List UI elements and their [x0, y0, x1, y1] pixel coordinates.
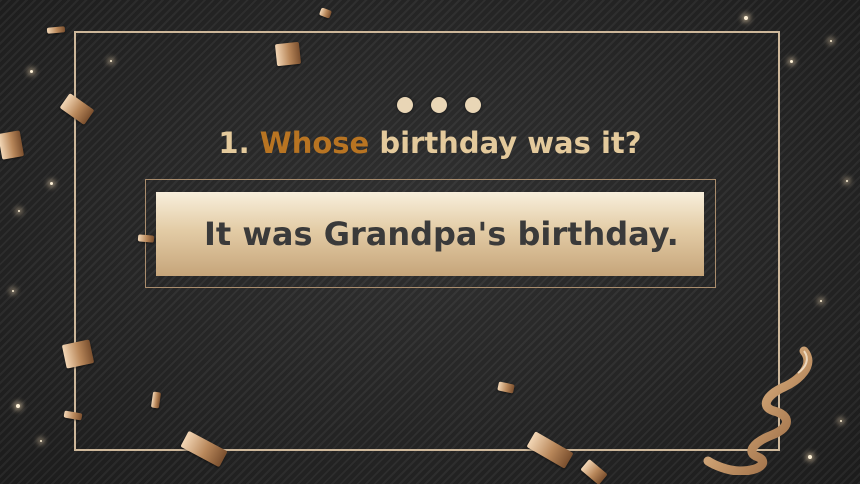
answer-box: It was Grandpa's birthday. [156, 192, 704, 276]
sparkle-icon [790, 60, 793, 63]
sparkle-icon [830, 40, 832, 42]
curled-ribbon-icon [703, 346, 813, 475]
sparkle-icon [840, 420, 842, 422]
confetti-icon [274, 41, 302, 67]
sparkle-icon [18, 210, 20, 212]
sparkle-icon [50, 182, 53, 185]
answer-text: It was Grandpa's birthday. [204, 215, 679, 253]
sparkle-icon [846, 180, 848, 182]
sparkle-icon [30, 70, 33, 73]
sparkle-icon [16, 404, 20, 408]
question-heading: 1. Whose birthday was it? [0, 126, 860, 160]
confetti-icon [137, 234, 155, 243]
confetti-icon [318, 7, 333, 19]
dot [431, 97, 447, 113]
question-text: birthday was it? [379, 126, 642, 160]
three-dots-icon [397, 97, 481, 113]
dot [397, 97, 413, 113]
sparkle-icon [40, 440, 42, 442]
sparkle-icon [12, 290, 14, 292]
question-highlight-word: Whose [259, 126, 370, 160]
sparkle-icon [744, 16, 748, 20]
confetti-icon [46, 26, 66, 34]
sparkle-icon [820, 300, 822, 302]
slide: 1. Whose birthday was it? It was Grandpa… [0, 0, 860, 484]
question-number: 1. [218, 126, 250, 160]
sparkle-icon [808, 455, 812, 459]
sparkle-icon [110, 60, 112, 62]
dot [465, 97, 481, 113]
confetti-icon [0, 130, 25, 160]
confetti-icon [580, 458, 608, 484]
